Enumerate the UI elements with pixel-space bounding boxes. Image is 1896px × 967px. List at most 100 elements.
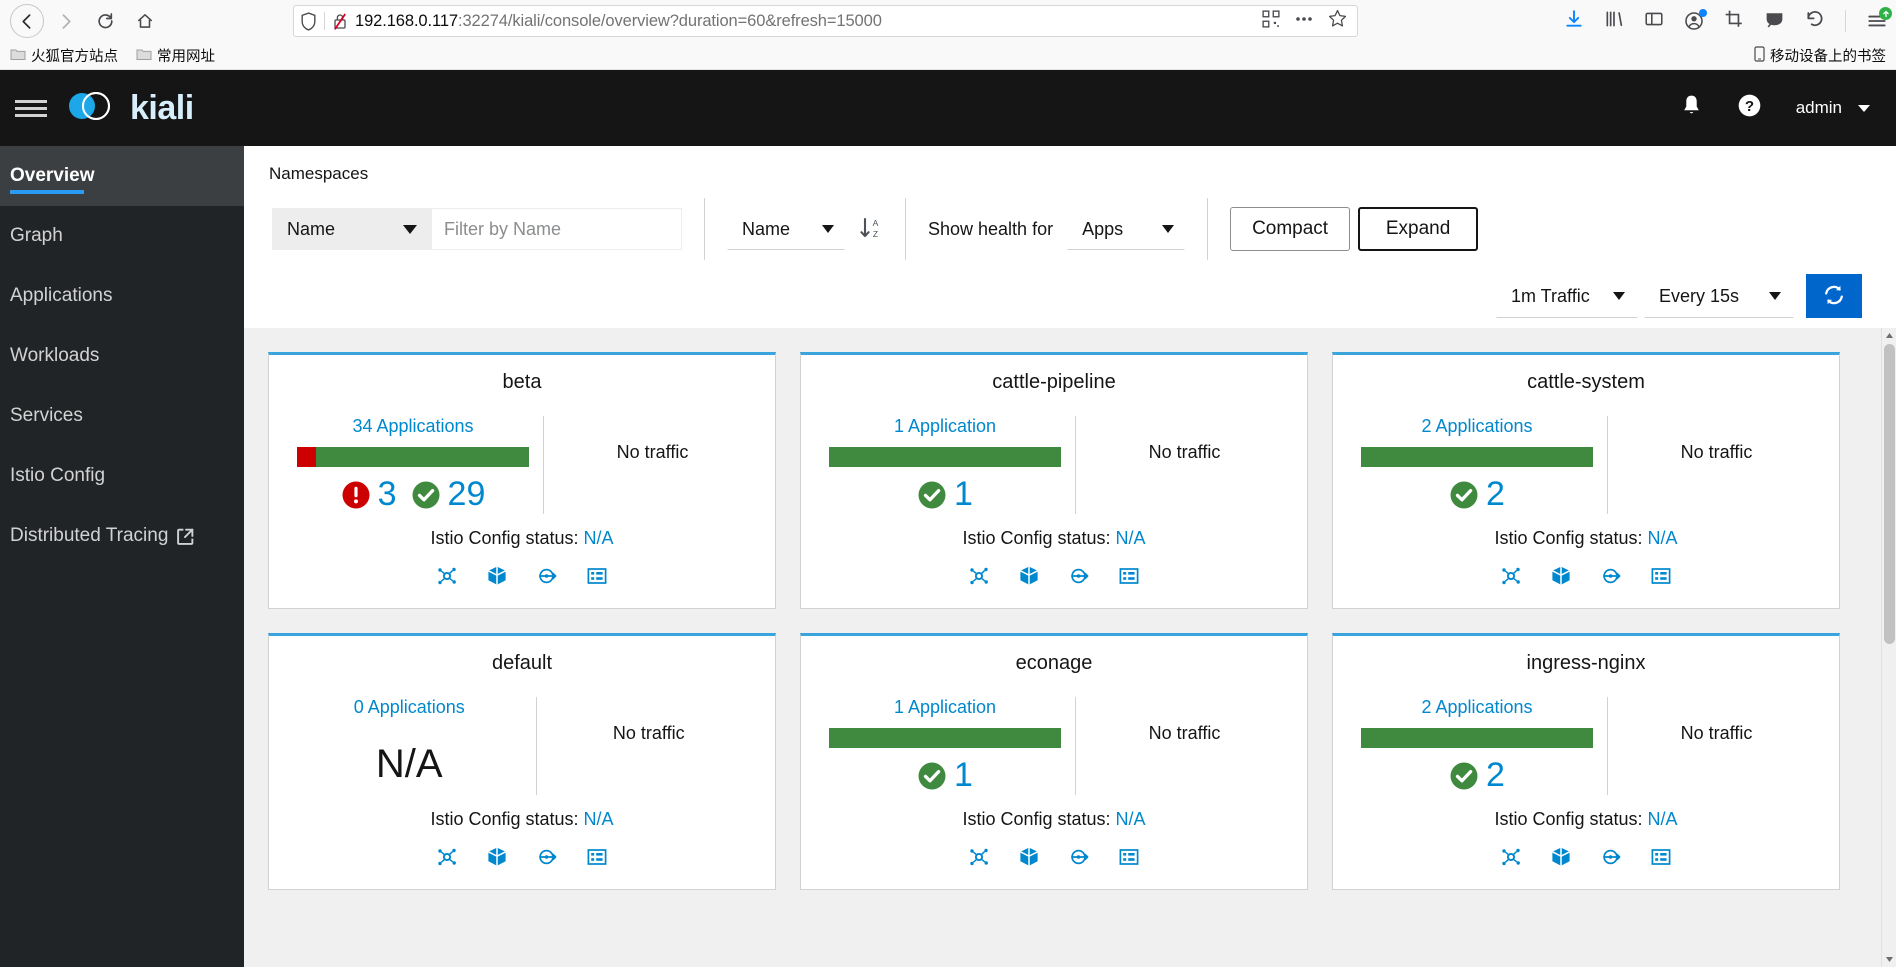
istio-config-icon[interactable] — [1118, 565, 1140, 592]
istio-config-status-value[interactable]: N/A — [1648, 528, 1678, 548]
scroll-up-arrow-icon[interactable] — [1882, 328, 1896, 343]
filter-type-select[interactable]: Name — [272, 208, 432, 250]
reload-icon[interactable] — [86, 2, 124, 40]
namespace-card[interactable]: econage 1 Application 1 No traffic Istio… — [800, 633, 1308, 890]
workloads-icon[interactable] — [536, 846, 558, 873]
istio-config-status-value[interactable]: N/A — [584, 809, 614, 829]
namespace-card[interactable]: beta 34 Applications 3 29 No traffic Ist… — [268, 352, 776, 609]
tracking-protection-shield-icon[interactable] — [300, 11, 317, 31]
url-text[interactable]: 192.168.0.117:32274/kiali/console/overvi… — [355, 12, 1255, 31]
namespace-card[interactable]: default 0 Applications N/A No traffic Is… — [268, 633, 776, 890]
library-icon[interactable] — [1604, 9, 1624, 34]
istio-config-icon[interactable] — [586, 846, 608, 873]
nav-toggle-button[interactable] — [0, 96, 62, 121]
pocket-icon[interactable] — [1764, 9, 1785, 34]
applications-icon[interactable] — [1018, 846, 1040, 873]
namespace-card[interactable]: ingress-nginx 2 Applications 2 No traffi… — [1332, 633, 1840, 890]
istio-config-icon[interactable] — [586, 565, 608, 592]
istio-config-status-value[interactable]: N/A — [1116, 809, 1146, 829]
applications-count-link[interactable]: 1 Application — [894, 697, 996, 718]
sidebar-icon[interactable] — [1644, 9, 1664, 34]
traffic-status: No traffic — [1680, 442, 1753, 462]
istio-config-icon[interactable] — [1118, 846, 1140, 873]
refresh-interval-select[interactable]: Every 15s — [1644, 274, 1794, 318]
namespace-card-actions — [815, 846, 1293, 873]
page-actions-icon[interactable] — [1294, 10, 1314, 33]
sort-alpha-down-icon[interactable]: A Z — [859, 216, 883, 242]
sidebar-item-istio-config[interactable]: Istio Config — [0, 446, 244, 506]
graph-icon[interactable] — [968, 846, 990, 873]
home-icon[interactable] — [126, 2, 164, 40]
applications-count-link[interactable]: 1 Application — [894, 416, 996, 437]
applications-count-link[interactable]: 34 Applications — [352, 416, 473, 437]
namespace-name: cattle-system — [1527, 371, 1645, 393]
applications-count-link[interactable]: 2 Applications — [1421, 416, 1532, 437]
bookmark-item-1[interactable]: 常用网址 — [136, 45, 215, 66]
sidebar-item-graph[interactable]: Graph — [0, 206, 244, 266]
screenshot-icon[interactable] — [1724, 9, 1744, 34]
scroll-down-arrow-icon[interactable] — [1882, 952, 1896, 967]
workloads-icon[interactable] — [1600, 565, 1622, 592]
sidebar-item-overview[interactable]: Overview — [0, 146, 244, 206]
traffic-duration-select[interactable]: 1m Traffic — [1496, 274, 1638, 318]
applications-count-link[interactable]: 2 Applications — [1421, 697, 1532, 718]
urlbar-divider — [324, 12, 325, 30]
applications-icon[interactable] — [486, 565, 508, 592]
health-for-select[interactable]: Apps — [1067, 208, 1186, 250]
sidebar-item-applications[interactable]: Applications — [0, 266, 244, 326]
applications-icon[interactable] — [1550, 565, 1572, 592]
scrollbar-thumb[interactable] — [1884, 344, 1895, 644]
sidebar-item-label: Services — [10, 405, 83, 426]
download-icon[interactable] — [1564, 9, 1584, 34]
menu-icon[interactable] — [1866, 7, 1892, 31]
graph-icon[interactable] — [1500, 846, 1522, 873]
namespace-card[interactable]: cattle-pipeline 1 Application 1 No traff… — [800, 352, 1308, 609]
graph-icon[interactable] — [968, 565, 990, 592]
workloads-icon[interactable] — [536, 565, 558, 592]
sidebar-item-workloads[interactable]: Workloads — [0, 326, 244, 386]
sidebar-item-services[interactable]: Services — [0, 386, 244, 446]
applications-count-link[interactable]: 0 Applications — [354, 697, 465, 718]
istio-config-status-value[interactable]: N/A — [1116, 528, 1146, 548]
error-count-group: 3 — [341, 475, 397, 514]
workloads-icon[interactable] — [1600, 846, 1622, 873]
user-menu[interactable]: admin — [1796, 98, 1870, 118]
istio-config-status-value[interactable]: N/A — [584, 528, 614, 548]
mobile-bookmarks-item[interactable]: 移动设备上的书签 — [1754, 45, 1886, 66]
qr-reader-icon[interactable] — [1262, 9, 1280, 33]
istio-config-status-value[interactable]: N/A — [1648, 809, 1678, 829]
account-icon[interactable] — [1684, 9, 1707, 31]
compact-button[interactable]: Compact — [1230, 207, 1351, 251]
graph-icon[interactable] — [436, 565, 458, 592]
sort-by-select[interactable]: Name — [727, 208, 845, 250]
istio-config-icon[interactable] — [1650, 846, 1672, 873]
istio-config-status: Istio Config status: N/A — [283, 528, 761, 549]
undo-icon[interactable] — [1805, 9, 1825, 34]
back-icon[interactable] — [10, 4, 44, 38]
applications-icon[interactable] — [486, 846, 508, 873]
expand-button[interactable]: Expand — [1358, 207, 1479, 251]
sidebar-item-distributed-tracing[interactable]: Distributed Tracing — [0, 506, 244, 566]
help-icon[interactable]: ? — [1737, 93, 1762, 123]
forward-icon[interactable] — [46, 2, 84, 40]
error-count: 3 — [377, 475, 397, 513]
namespace-card[interactable]: cattle-system 2 Applications 2 No traffi… — [1332, 352, 1840, 609]
brand-logo[interactable]: kiali — [62, 84, 194, 133]
istio-config-icon[interactable] — [1650, 565, 1672, 592]
address-bar[interactable]: 192.168.0.117:32274/kiali/console/overvi… — [293, 5, 1358, 37]
istio-config-status: Istio Config status: N/A — [815, 809, 1293, 830]
bookmark-star-icon[interactable] — [1328, 9, 1347, 33]
graph-icon[interactable] — [436, 846, 458, 873]
filter-by-name-input[interactable] — [432, 208, 682, 250]
broken-lock-icon[interactable] — [332, 12, 348, 31]
workloads-icon[interactable] — [1068, 846, 1090, 873]
workloads-icon[interactable] — [1068, 565, 1090, 592]
sidebar-nav: Overview Graph Applications Workloads Se… — [0, 146, 244, 967]
applications-icon[interactable] — [1018, 565, 1040, 592]
graph-icon[interactable] — [1500, 565, 1522, 592]
bookmark-item-0[interactable]: 火狐官方站点 — [10, 45, 118, 66]
vertical-scrollbar[interactable] — [1881, 328, 1896, 967]
bell-icon[interactable] — [1680, 93, 1703, 123]
applications-icon[interactable] — [1550, 846, 1572, 873]
refresh-button[interactable] — [1806, 274, 1862, 318]
